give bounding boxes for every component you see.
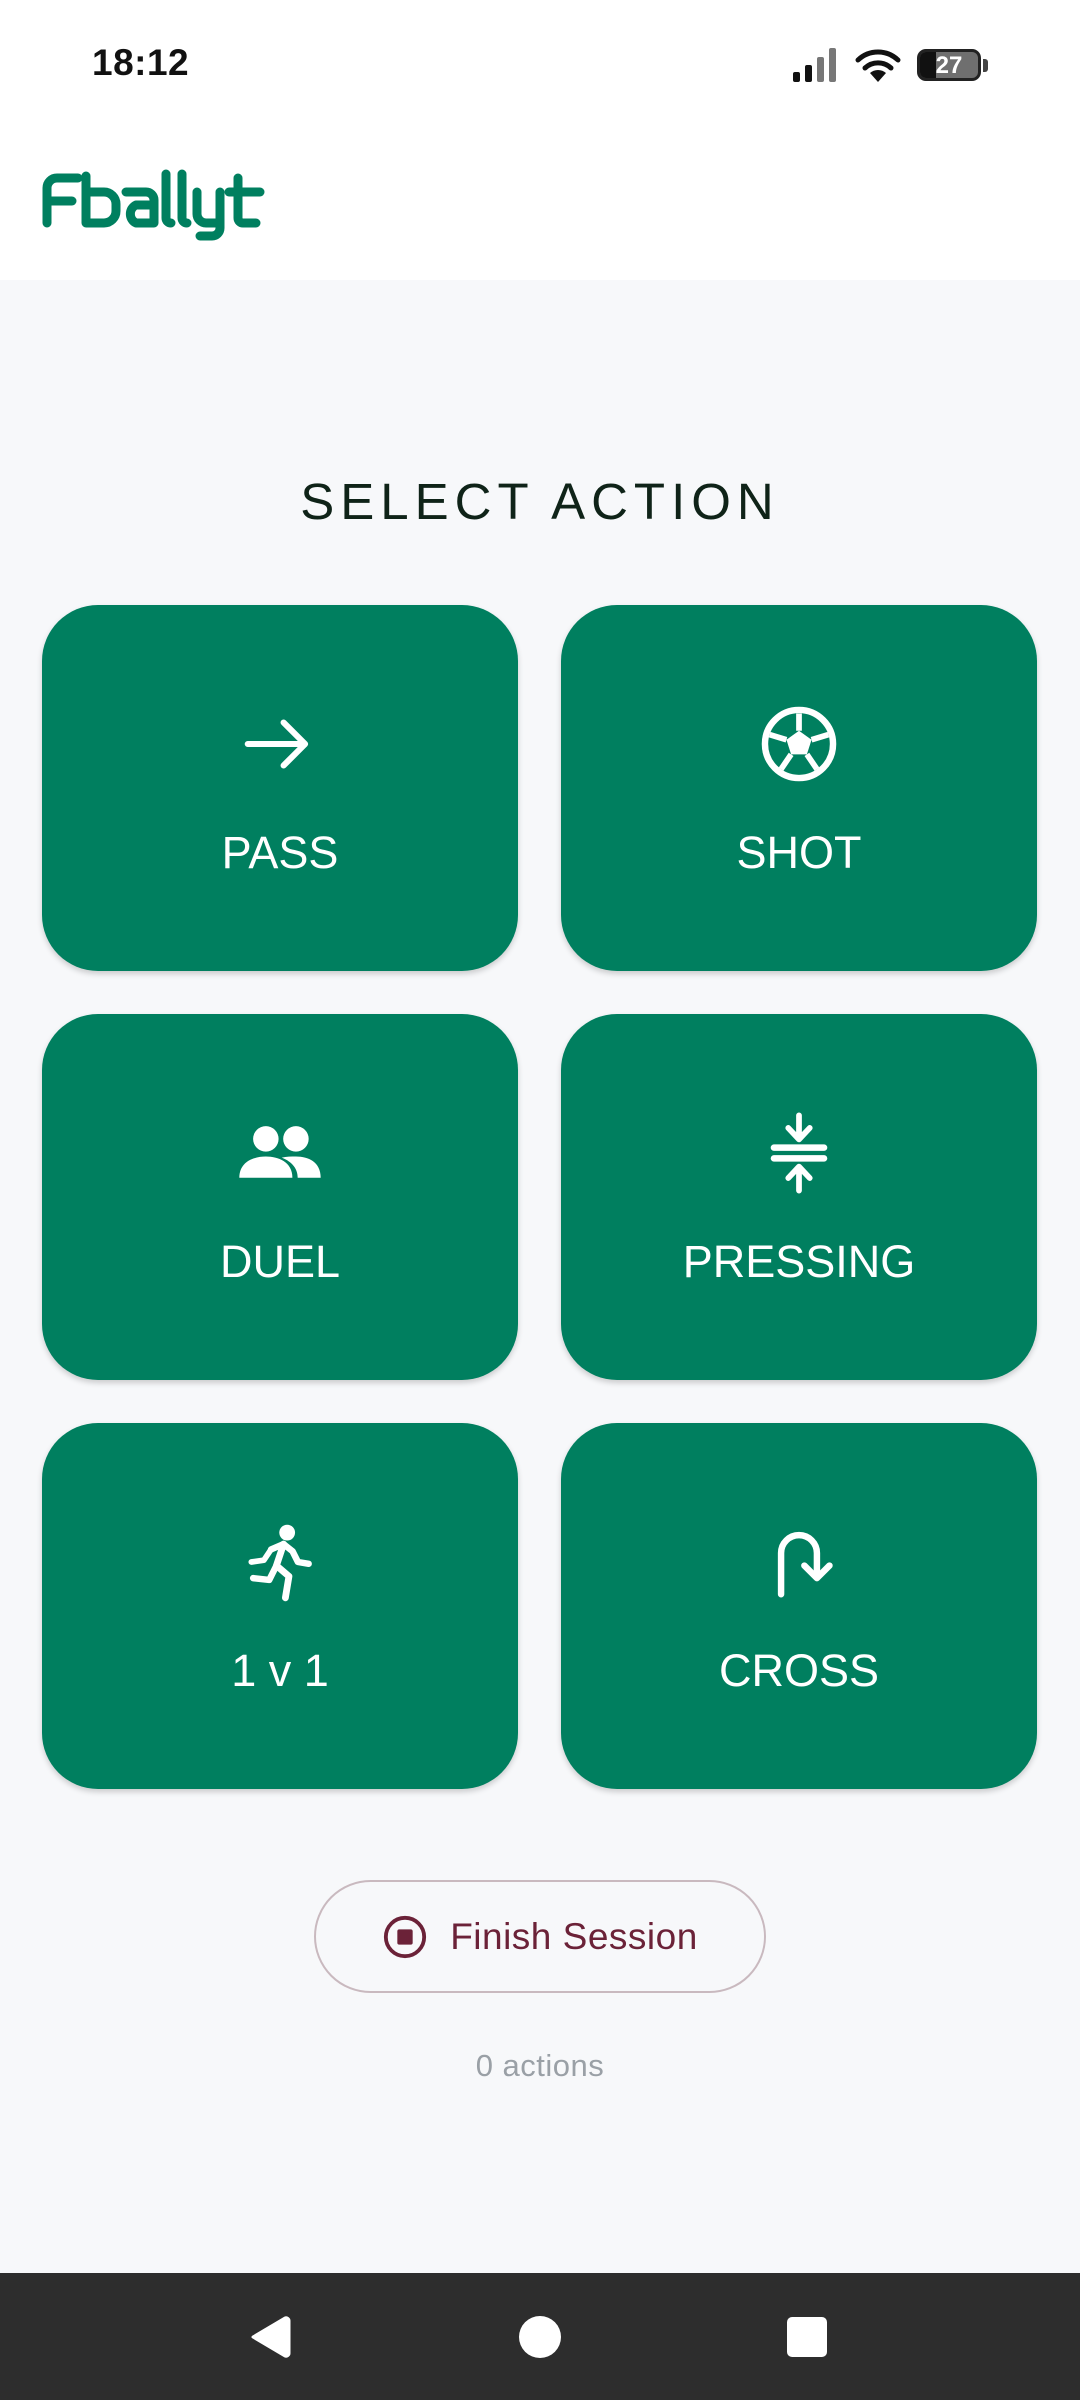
- finish-session-button[interactable]: Finish Session: [314, 1880, 766, 1993]
- running-icon: [248, 1524, 312, 1602]
- battery-nub: [983, 58, 988, 72]
- battery-level: 27: [935, 52, 963, 79]
- home-button[interactable]: [480, 2273, 600, 2400]
- fballyt-logo-icon: [42, 169, 265, 241]
- cross-action-button[interactable]: CROSS: [561, 1423, 1037, 1789]
- back-button[interactable]: [210, 2273, 330, 2400]
- actions-count: 0 actions: [475, 2048, 605, 2083]
- pass-action-label: PASS: [221, 827, 339, 878]
- finish-session-label: Finish Session: [450, 1915, 698, 1957]
- one-v-one-action-label: 1 v 1: [231, 1645, 329, 1696]
- cross-action-label: CROSS: [718, 1645, 880, 1696]
- status-time: 18:12: [92, 42, 190, 83]
- app-logo: [42, 168, 266, 247]
- stop-circle-icon: [384, 1915, 427, 1958]
- pressing-action-label: PRESSING: [682, 1236, 916, 1287]
- status-icons: 27: [793, 44, 988, 86]
- page-title: SELECT ACTION: [300, 473, 780, 530]
- signal-icon: [793, 48, 836, 82]
- compress-icon: [770, 1112, 828, 1194]
- duel-action-button[interactable]: DUEL: [42, 1014, 518, 1380]
- soccer-ball-icon: [761, 706, 837, 782]
- one-v-one-action-button[interactable]: 1 v 1: [42, 1423, 518, 1789]
- shot-action-button[interactable]: SHOT: [561, 605, 1037, 971]
- wifi-icon: [855, 49, 901, 82]
- system-nav-bar: [0, 2273, 1080, 2400]
- pressing-action-button[interactable]: PRESSING: [561, 1014, 1037, 1380]
- duel-action-label: DUEL: [219, 1236, 341, 1287]
- back-icon: [251, 2315, 291, 2358]
- battery-body: 27: [917, 49, 981, 81]
- recents-button[interactable]: [747, 2273, 867, 2400]
- action-grid: PASS SHOT DUEL PRESSING 1 v 1 CROSS: [42, 605, 1038, 1789]
- home-icon: [519, 2315, 561, 2358]
- shot-action-label: SHOT: [736, 827, 862, 878]
- u-turn-arrow-icon: [777, 1531, 833, 1598]
- app-header: [0, 132, 1080, 280]
- people-icon: [239, 1126, 321, 1178]
- main-content: SELECT ACTION PASS SHOT DUEL PRESSING 1 …: [0, 280, 1080, 2273]
- status-bar: 18:12 27: [0, 0, 1080, 132]
- pass-action-button[interactable]: PASS: [42, 605, 518, 971]
- arrow-right-icon: [244, 719, 309, 769]
- battery-icon: 27: [917, 49, 988, 81]
- recents-icon: [787, 2316, 827, 2357]
